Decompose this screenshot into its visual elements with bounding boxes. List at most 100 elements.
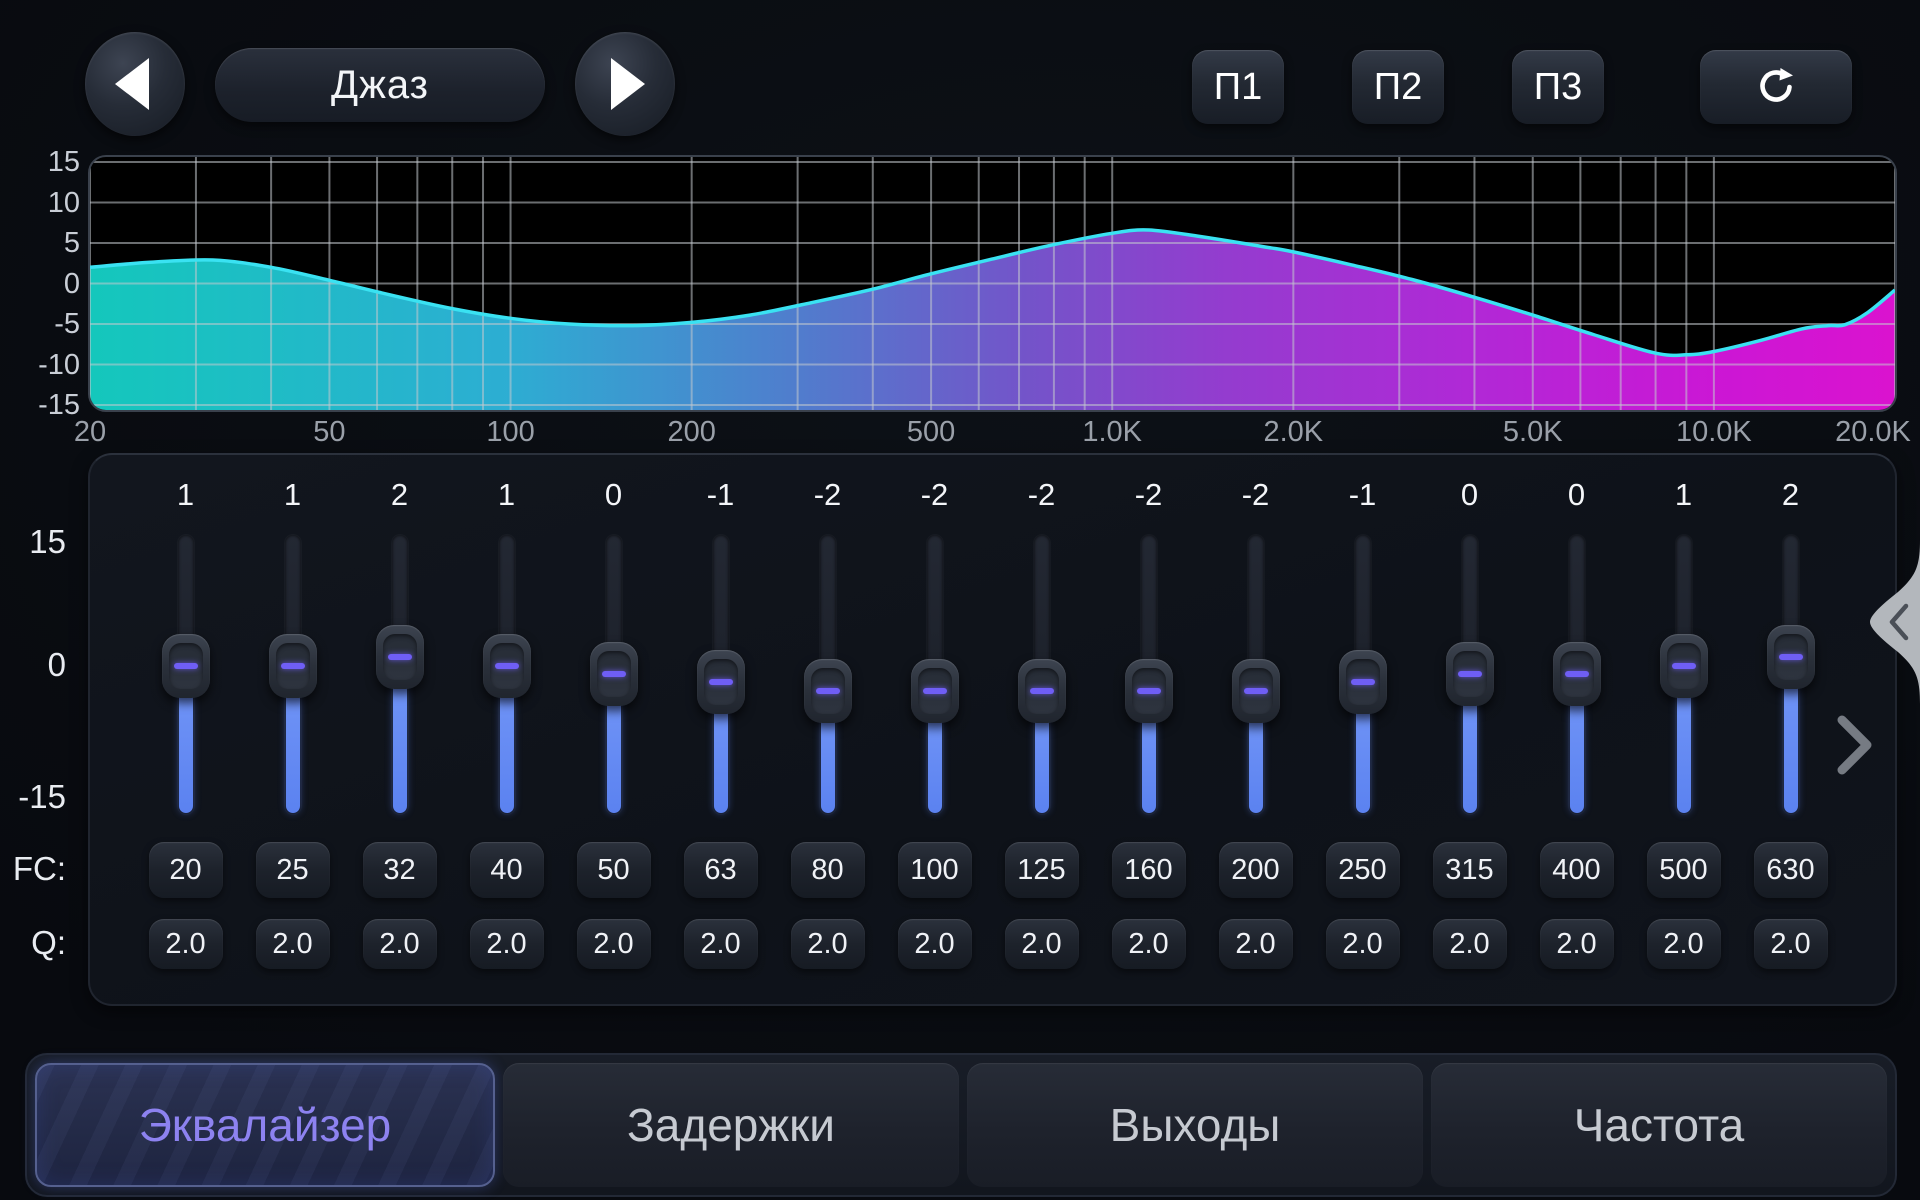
- band-gain-value: -2: [774, 477, 881, 513]
- thumb-grip-icon: [1351, 679, 1375, 685]
- band-q-button[interactable]: 2.0: [1540, 919, 1614, 969]
- band-q-button[interactable]: 2.0: [363, 919, 437, 969]
- x-tick-label: 100: [486, 416, 534, 449]
- band-slider-thumb[interactable]: [1339, 650, 1387, 714]
- band-slider-thumb[interactable]: [911, 659, 959, 723]
- band-slider-thumb[interactable]: [1018, 659, 1066, 723]
- y-tick-label: 5: [2, 228, 80, 258]
- chevron-right-icon: [1833, 712, 1877, 778]
- tab-frequency[interactable]: Частота: [1431, 1063, 1887, 1187]
- slider-scale-min-label: -15: [0, 778, 66, 816]
- band-slider-fill: [286, 692, 300, 813]
- band-slider-thumb[interactable]: [483, 634, 531, 698]
- band-q-button[interactable]: 2.0: [470, 919, 544, 969]
- band-fc-button[interactable]: 40: [470, 842, 544, 898]
- band-slider-fill: [821, 717, 835, 813]
- memory-preset-1-button[interactable]: П1: [1192, 50, 1284, 124]
- band-slider-fill: [1249, 717, 1263, 813]
- band-gain-value: 2: [346, 477, 453, 513]
- eq-band-400hz: 04002.0: [1523, 455, 1630, 1008]
- x-tick-label: 2.0K: [1263, 416, 1323, 449]
- band-fc-button[interactable]: 80: [791, 842, 865, 898]
- memory-preset-1-label: П1: [1214, 66, 1262, 109]
- band-slider-thumb[interactable]: [1660, 634, 1708, 698]
- preset-next-button[interactable]: [575, 32, 675, 136]
- band-slider-thumb[interactable]: [1553, 642, 1601, 706]
- band-gain-value: -2: [1095, 477, 1202, 513]
- band-slider-thumb[interactable]: [1125, 659, 1173, 723]
- band-fc-button[interactable]: 200: [1219, 842, 1293, 898]
- eq-band-100hz: -21002.0: [881, 455, 988, 1008]
- bottom-tab-bar: Эквалайзер Задержки Выходы Частота: [25, 1053, 1897, 1197]
- band-fc-button[interactable]: 50: [577, 842, 651, 898]
- thumb-grip-icon: [1565, 671, 1589, 677]
- band-slider-fill: [1570, 700, 1584, 813]
- band-fc-button[interactable]: 630: [1754, 842, 1828, 898]
- band-q-button[interactable]: 2.0: [1326, 919, 1400, 969]
- tab-outputs[interactable]: Выходы: [967, 1063, 1423, 1187]
- band-slider-thumb[interactable]: [1767, 625, 1815, 689]
- band-q-button[interactable]: 2.0: [1433, 919, 1507, 969]
- band-slider-thumb[interactable]: [269, 634, 317, 698]
- band-q-button[interactable]: 2.0: [791, 919, 865, 969]
- band-slider-thumb[interactable]: [1446, 642, 1494, 706]
- tab-equalizer[interactable]: Эквалайзер: [35, 1063, 495, 1187]
- band-fc-button[interactable]: 20: [149, 842, 223, 898]
- band-q-button[interactable]: 2.0: [1219, 919, 1293, 969]
- fc-row-label: FC:: [0, 850, 66, 888]
- band-fc-button[interactable]: 400: [1540, 842, 1614, 898]
- band-fc-button[interactable]: 100: [898, 842, 972, 898]
- band-fc-button[interactable]: 250: [1326, 842, 1400, 898]
- y-tick-label: -15: [2, 390, 80, 420]
- side-drawer-handle[interactable]: [1858, 540, 1920, 704]
- band-slider-thumb[interactable]: [162, 634, 210, 698]
- band-q-button[interactable]: 2.0: [898, 919, 972, 969]
- band-fc-button[interactable]: 125: [1005, 842, 1079, 898]
- arrow-left-icon: [115, 58, 149, 110]
- thumb-grip-icon: [923, 688, 947, 694]
- thumb-grip-icon: [816, 688, 840, 694]
- band-slider-thumb[interactable]: [697, 650, 745, 714]
- eq-band-80hz: -2 80 2.0: [774, 455, 881, 1008]
- band-slider-thumb[interactable]: [804, 659, 852, 723]
- reset-eq-button[interactable]: [1700, 50, 1852, 124]
- band-fc-button[interactable]: 32: [363, 842, 437, 898]
- eq-band-20hz: 1202.0: [132, 455, 239, 1008]
- band-q-button[interactable]: 2.0: [1754, 919, 1828, 969]
- band-q-button[interactable]: 2.0: [577, 919, 651, 969]
- preset-name-display[interactable]: Джаз: [215, 48, 545, 122]
- thumb-grip-icon: [1244, 688, 1268, 694]
- eq-band-63hz: -1632.0: [667, 455, 774, 1008]
- band-slider-fill: [500, 692, 514, 813]
- y-tick-label: 0: [2, 269, 80, 299]
- band-fc-button[interactable]: 25: [256, 842, 330, 898]
- band-q-button[interactable]: 2.0: [1112, 919, 1186, 969]
- band-fc-button[interactable]: 315: [1433, 842, 1507, 898]
- band-fc-button[interactable]: 160: [1112, 842, 1186, 898]
- band-q-button[interactable]: 2.0: [149, 919, 223, 969]
- band-gain-value: -2: [1202, 477, 1309, 513]
- band-slider-thumb[interactable]: [590, 642, 638, 706]
- tab-delays[interactable]: Задержки: [503, 1063, 959, 1187]
- eq-curve-svg: [90, 157, 1895, 410]
- scroll-bands-right-button[interactable]: [1833, 712, 1877, 783]
- band-slider-fill: [1356, 708, 1370, 813]
- band-fc-button[interactable]: 500: [1647, 842, 1721, 898]
- band-q-button[interactable]: 2.0: [1647, 919, 1721, 969]
- thumb-grip-icon: [1779, 654, 1803, 660]
- band-q-button[interactable]: 2.0: [1005, 919, 1079, 969]
- band-q-button[interactable]: 2.0: [256, 919, 330, 969]
- band-slider-thumb[interactable]: [376, 625, 424, 689]
- band-slider-fill: [1142, 717, 1156, 813]
- band-slider-thumb[interactable]: [1232, 659, 1280, 723]
- band-gain-value: -2: [988, 477, 1095, 513]
- preset-prev-button[interactable]: [85, 32, 185, 136]
- memory-preset-3-button[interactable]: П3: [1512, 50, 1604, 124]
- band-gain-value: -1: [1309, 477, 1416, 513]
- band-slider-fill: [1463, 700, 1477, 813]
- band-fc-button[interactable]: 63: [684, 842, 758, 898]
- memory-preset-2-button[interactable]: П2: [1352, 50, 1444, 124]
- tab-delays-label: Задержки: [627, 1098, 835, 1152]
- band-gain-value: 1: [453, 477, 560, 513]
- band-q-button[interactable]: 2.0: [684, 919, 758, 969]
